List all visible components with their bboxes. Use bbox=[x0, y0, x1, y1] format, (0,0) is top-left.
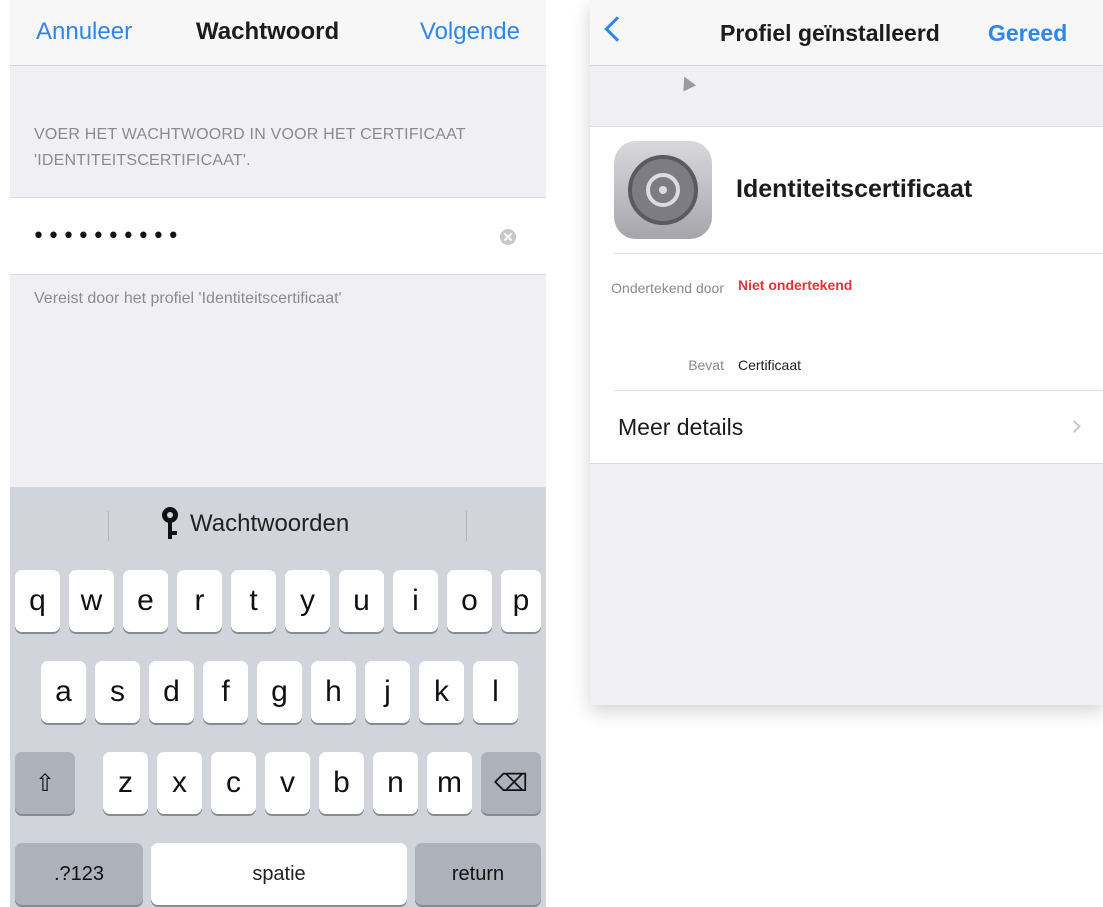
key-v[interactable]: v bbox=[265, 752, 310, 814]
required-by-note: Vereist door het profiel 'Identiteitscer… bbox=[34, 290, 342, 307]
more-details-row[interactable]: Meer details bbox=[590, 392, 1103, 464]
navigation-bar: Profiel geïnstalleerd Gereed bbox=[590, 0, 1103, 66]
key-s[interactable]: s bbox=[95, 661, 140, 723]
key-m[interactable]: m bbox=[427, 752, 472, 814]
shift-icon: ⇧ bbox=[34, 769, 56, 797]
divider bbox=[614, 390, 1103, 391]
return-key[interactable]: return bbox=[415, 843, 541, 905]
key-n[interactable]: n bbox=[373, 752, 418, 814]
key-t[interactable]: t bbox=[231, 570, 276, 632]
key-z[interactable]: z bbox=[103, 752, 148, 814]
cancel-button[interactable]: Annuleer bbox=[36, 18, 132, 46]
signed-by-label: Ondertekend door bbox=[611, 280, 724, 296]
divider bbox=[614, 253, 1103, 254]
key-icon bbox=[160, 507, 180, 541]
key-o[interactable]: o bbox=[447, 570, 492, 632]
backspace-icon: ⌫ bbox=[494, 769, 528, 797]
suggestion-divider bbox=[108, 511, 109, 541]
key-g[interactable]: g bbox=[257, 661, 302, 723]
password-field[interactable] bbox=[32, 214, 462, 258]
space-key[interactable]: spatie bbox=[151, 843, 407, 905]
contains-value: Certificaat bbox=[738, 357, 802, 373]
key-d[interactable]: d bbox=[149, 661, 194, 723]
suggestion-label: Wachtwoorden bbox=[190, 510, 350, 537]
more-details-label: Meer details bbox=[618, 414, 744, 440]
settings-gear-icon bbox=[614, 141, 712, 239]
passwords-suggestion[interactable]: Wachtwoorden bbox=[160, 507, 349, 541]
page-title: Wachtwoord bbox=[196, 18, 340, 45]
key-q[interactable]: q bbox=[15, 570, 60, 632]
page-title: Profiel geïnstalleerd bbox=[720, 20, 940, 46]
profile-installed-screen: Profiel geïnstalleerd Gereed Identiteits… bbox=[590, 0, 1103, 705]
keyboard-row-1: q w e r t y u i o p bbox=[10, 570, 546, 632]
password-row bbox=[10, 197, 546, 275]
profile-name: Identiteitscertificaat bbox=[736, 175, 973, 203]
keyboard: Wachtwoorden q w e r t y u i o p a s d f… bbox=[10, 487, 546, 907]
key-b[interactable]: b bbox=[319, 752, 364, 814]
key-l[interactable]: l bbox=[473, 661, 518, 723]
contains-label: Bevat bbox=[688, 357, 724, 373]
profile-panel: Identiteitscertificaat Ondertekend door … bbox=[590, 126, 1103, 464]
next-button[interactable]: Volgende bbox=[420, 18, 520, 46]
key-e[interactable]: e bbox=[123, 570, 168, 632]
chevron-left-icon[interactable] bbox=[604, 16, 630, 42]
key-i[interactable]: i bbox=[393, 570, 438, 632]
key-p[interactable]: p bbox=[501, 570, 541, 632]
chevron-right-icon bbox=[1068, 420, 1081, 433]
key-u[interactable]: u bbox=[339, 570, 384, 632]
password-prompt: VOER HET WACHTWOORD IN VOOR HET CERTIFIC… bbox=[34, 126, 466, 169]
done-button[interactable]: Gereed bbox=[988, 20, 1067, 47]
key-h[interactable]: h bbox=[311, 661, 356, 723]
mouse-cursor-icon bbox=[677, 73, 697, 92]
key-f[interactable]: f bbox=[203, 661, 248, 723]
key-y[interactable]: y bbox=[285, 570, 330, 632]
keyboard-row-4: .?123 spatie return bbox=[10, 843, 546, 905]
key-j[interactable]: j bbox=[365, 661, 410, 723]
key-w[interactable]: w bbox=[69, 570, 114, 632]
keyboard-row-3: ⇧ z x c v b n m ⌫ bbox=[10, 752, 546, 814]
suggestion-divider bbox=[466, 511, 467, 541]
key-a[interactable]: a bbox=[41, 661, 86, 723]
keyboard-row-2: a s d f g h j k l bbox=[10, 661, 546, 723]
key-x[interactable]: x bbox=[157, 752, 202, 814]
suggestion-bar: Wachtwoorden bbox=[10, 487, 546, 561]
key-r[interactable]: r bbox=[177, 570, 222, 632]
clear-circle-icon[interactable] bbox=[500, 229, 516, 245]
shift-key[interactable]: ⇧ bbox=[15, 752, 75, 814]
numbers-key[interactable]: .?123 bbox=[15, 843, 143, 905]
navigation-bar: Annuleer Wachtwoord Volgende bbox=[10, 0, 546, 66]
key-k[interactable]: k bbox=[419, 661, 464, 723]
password-screen: Annuleer Wachtwoord Volgende VOER HET WA… bbox=[10, 0, 546, 907]
key-c[interactable]: c bbox=[211, 752, 256, 814]
backspace-key[interactable]: ⌫ bbox=[481, 752, 541, 814]
signed-by-value: Niet ondertekend bbox=[738, 277, 853, 293]
